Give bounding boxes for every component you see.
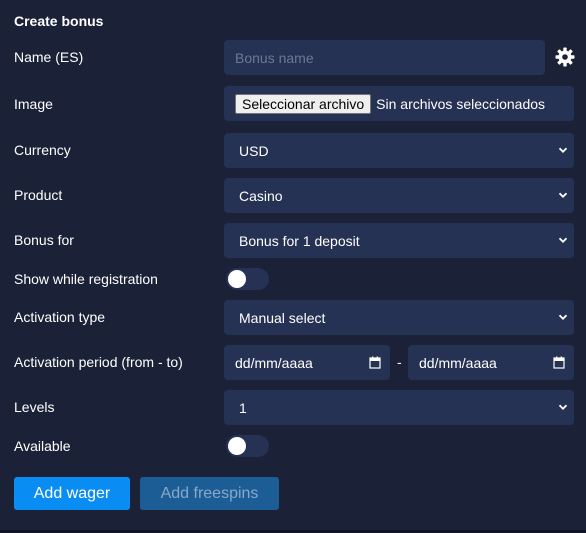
calendar-icon[interactable] xyxy=(553,356,565,369)
name-label: Name (ES) xyxy=(14,49,84,65)
toggle-knob xyxy=(228,270,246,288)
currency-select[interactable]: USD xyxy=(224,133,574,168)
currency-value: USD xyxy=(239,142,269,159)
period-from-value: dd/mm/aaaa xyxy=(235,354,313,371)
gear-icon[interactable] xyxy=(555,47,575,67)
currency-label: Currency xyxy=(14,142,71,158)
period-separator: - xyxy=(397,354,402,370)
product-select[interactable]: Casino xyxy=(224,178,574,213)
add-freespins-button[interactable]: Add freespins xyxy=(140,477,279,510)
available-label: Available xyxy=(14,438,71,454)
chevron-down-icon xyxy=(558,314,568,320)
add-wager-button[interactable]: Add wager xyxy=(14,477,130,510)
bonus-name-placeholder: Bonus name xyxy=(235,49,314,66)
bonus-for-label: Bonus for xyxy=(14,232,74,248)
activation-period-label: Activation period (from - to) xyxy=(14,354,183,370)
bonus-for-value: Bonus for 1 deposit xyxy=(239,232,360,249)
chevron-down-icon xyxy=(558,237,568,243)
show-registration-label: Show while registration xyxy=(14,271,158,287)
product-label: Product xyxy=(14,187,63,203)
chevron-down-icon xyxy=(558,404,568,410)
activation-type-select[interactable]: Manual select xyxy=(224,300,574,335)
bonus-for-select[interactable]: Bonus for 1 deposit xyxy=(224,223,574,258)
chevron-down-icon xyxy=(558,147,568,153)
toggle-knob xyxy=(228,437,246,455)
calendar-icon[interactable] xyxy=(369,356,381,369)
chevron-down-icon xyxy=(558,192,568,198)
levels-label: Levels xyxy=(14,399,55,415)
file-status-text: Sin archivos seleccionados xyxy=(376,95,546,112)
period-from-input[interactable]: dd/mm/aaaa xyxy=(224,345,390,380)
product-value: Casino xyxy=(239,187,283,204)
bonus-name-input[interactable]: Bonus name xyxy=(224,40,545,75)
panel-title: Create bonus xyxy=(14,13,104,29)
levels-select[interactable]: 1 xyxy=(224,390,574,425)
image-label: Image xyxy=(14,96,53,112)
show-registration-toggle[interactable] xyxy=(226,268,269,290)
period-to-value: dd/mm/aaaa xyxy=(419,354,497,371)
activation-type-value: Manual select xyxy=(239,309,326,326)
period-to-input[interactable]: dd/mm/aaaa xyxy=(408,345,574,380)
activation-type-label: Activation type xyxy=(14,309,106,325)
create-bonus-panel: Create bonus Name (ES) Bonus name Image … xyxy=(0,0,586,530)
levels-value: 1 xyxy=(239,399,247,416)
image-file-input: Seleccionar archivo Sin archivos selecci… xyxy=(224,86,574,121)
available-toggle[interactable] xyxy=(226,435,269,457)
choose-file-button[interactable]: Seleccionar archivo xyxy=(235,93,372,114)
